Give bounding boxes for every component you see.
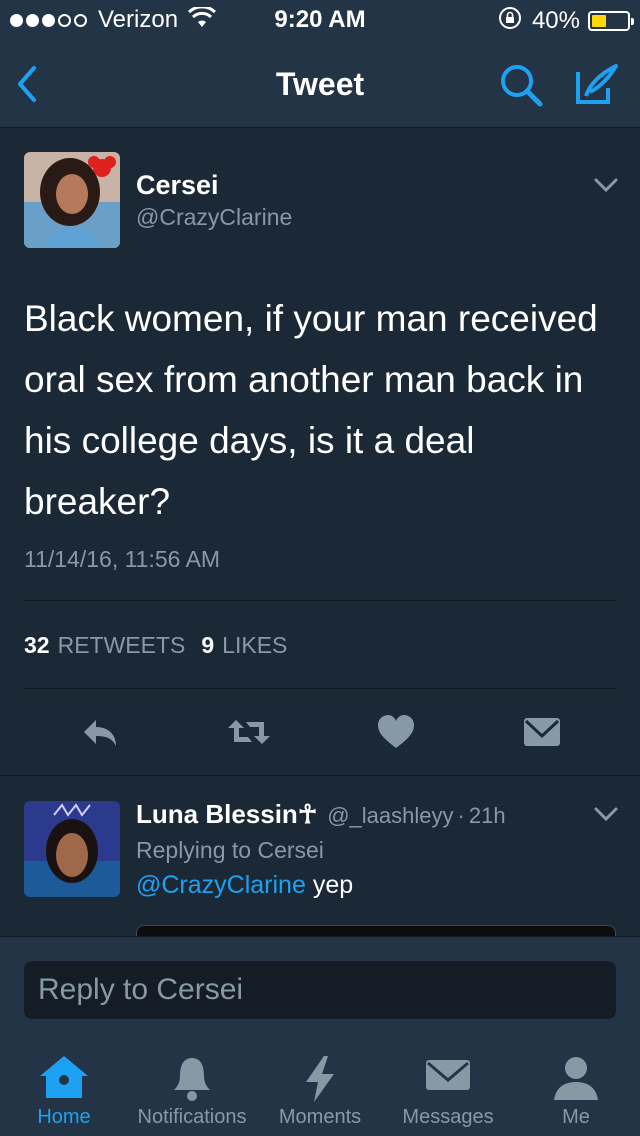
reply-input[interactable] — [24, 961, 616, 1019]
retweets-label: RETWEETS — [57, 632, 186, 658]
reply-icon[interactable] — [80, 712, 120, 752]
tab-bar: Home Notifications Moments Messages Me — [0, 1042, 640, 1136]
rotation-lock-icon — [498, 6, 522, 35]
likes-label: LIKES — [222, 632, 288, 658]
reply-text: @CrazyClarine yep — [136, 871, 353, 900]
search-icon[interactable] — [498, 62, 544, 108]
tab-me[interactable]: Me — [512, 1042, 640, 1136]
tweet-text: Black women, if your man received oral s… — [24, 298, 598, 522]
reply-author-name[interactable]: Luna Blessin☥ — [136, 799, 317, 830]
reply-time: 21h — [468, 803, 506, 828]
tab-moments[interactable]: Moments — [256, 1042, 384, 1136]
lightning-icon — [306, 1056, 334, 1102]
likes-count: 9 — [201, 632, 215, 658]
direct-message-icon[interactable] — [522, 712, 562, 752]
divider — [24, 600, 616, 601]
avatar[interactable] — [24, 152, 120, 248]
tab-label: Moments — [278, 1106, 362, 1128]
tab-label: Messages — [402, 1106, 494, 1128]
battery-percent: 40% — [531, 6, 580, 34]
retweet-icon[interactable] — [226, 712, 272, 752]
retweets-count: 32 — [24, 632, 50, 658]
tweet-timestamp: 11/14/16, 11:56 AM — [24, 546, 221, 572]
bell-icon — [174, 1058, 210, 1101]
tab-label: Notifications — [137, 1106, 247, 1128]
chevron-down-icon[interactable] — [594, 807, 618, 826]
divider — [24, 688, 616, 689]
tab-label: Home — [37, 1106, 91, 1128]
tweet-stats: 32 RETWEETS 9 LIKES — [24, 632, 303, 659]
home-icon — [40, 1056, 88, 1098]
chevron-down-icon[interactable] — [594, 178, 618, 197]
reply-header: Luna Blessin☥ @_laashleyy · 21h — [136, 799, 506, 830]
tab-messages[interactable]: Messages — [384, 1042, 512, 1136]
reply-author-handle[interactable]: @_laashleyy — [327, 803, 453, 829]
tab-home[interactable]: Home — [0, 1042, 128, 1136]
page-title: Tweet — [275, 66, 365, 102]
retweets-stat[interactable]: 32 RETWEETS — [24, 632, 185, 659]
author-handle[interactable]: @CrazyClarine — [136, 204, 292, 231]
envelope-icon — [426, 1060, 470, 1090]
tab-notifications[interactable]: Notifications — [128, 1042, 256, 1136]
compose-icon[interactable] — [572, 62, 620, 108]
avatar[interactable] — [24, 801, 120, 897]
tab-label: Me — [562, 1106, 590, 1128]
compose-bar — [0, 936, 640, 1042]
status-bar: Verizon 9:20 AM 40% — [0, 0, 640, 40]
status-right: 40% — [498, 6, 634, 35]
likes-stat[interactable]: 9 LIKES — [201, 632, 287, 659]
mention-link[interactable]: @CrazyClarine — [136, 871, 306, 899]
reply-body: yep — [312, 871, 354, 899]
battery-level — [592, 14, 606, 27]
person-icon — [554, 1057, 598, 1100]
reply-tweet[interactable]: Luna Blessin☥ @_laashleyy · 21h Replying… — [0, 777, 640, 937]
replying-to[interactable]: Replying to Cersei — [136, 837, 324, 864]
like-icon[interactable] — [376, 712, 416, 752]
navigation-bar: Tweet — [0, 40, 640, 128]
main-tweet: Cersei @CrazyClarine Black women, if you… — [0, 128, 640, 776]
separator: · — [457, 803, 465, 828]
author-name[interactable]: Cersei — [136, 170, 219, 201]
battery-icon — [588, 10, 634, 31]
tweet-actions — [0, 712, 640, 756]
